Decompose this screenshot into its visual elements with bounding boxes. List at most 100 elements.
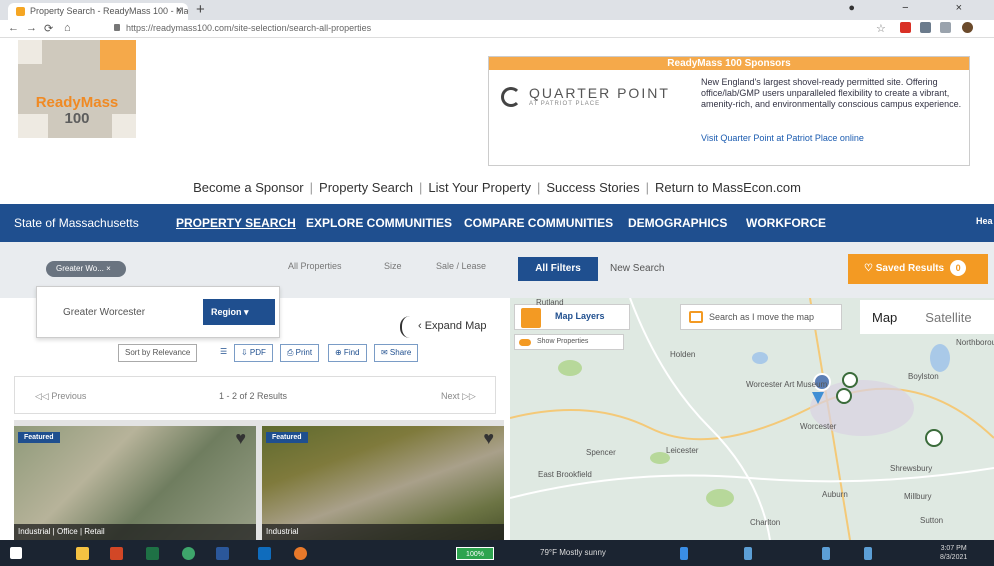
window-controls[interactable]: ● − ×: [848, 2, 984, 14]
link-list-property[interactable]: List Your Property: [428, 180, 531, 195]
map-view-button[interactable]: Map: [872, 310, 897, 325]
link-success-stories[interactable]: Success Stories: [546, 180, 639, 195]
profile-avatar[interactable]: [962, 22, 973, 33]
print-button[interactable]: ⎙ Print: [280, 344, 320, 362]
tray-icon[interactable]: [822, 547, 830, 560]
results-pagination: ◁◁ Previous 1 - 2 of 2 Results Next ▷▷: [14, 376, 496, 414]
nav-overflow[interactable]: Hea: [976, 216, 993, 226]
saved-count-badge: 0: [950, 260, 967, 276]
all-filters-button[interactable]: All Filters: [518, 257, 598, 281]
property-type: Industrial: [262, 524, 504, 540]
battery-indicator[interactable]: 100%: [456, 547, 494, 560]
link-become-sponsor[interactable]: Become a Sponsor: [193, 180, 304, 195]
expand-map-button[interactable]: ‹ Expand Map: [400, 316, 504, 338]
sponsor-banner[interactable]: ReadyMass 100 Sponsors QUARTER POINT AT …: [488, 56, 970, 166]
extensions-puzzle-icon[interactable]: [940, 22, 951, 33]
new-search-link[interactable]: New Search: [610, 263, 664, 274]
logo-number: 100: [64, 110, 90, 127]
map-label: Sutton: [920, 516, 944, 525]
nav-state[interactable]: State of Massachusetts: [14, 216, 139, 230]
start-icon[interactable]: [10, 547, 22, 559]
tab-title: Property Search - ReadyMass 100 - Ma...: [30, 6, 188, 16]
reload-icon[interactable]: ⟳: [44, 22, 53, 35]
nav-property-search[interactable]: PROPERTY SEARCH: [176, 216, 296, 230]
filter-size[interactable]: Size: [384, 261, 402, 271]
show-properties-label: Show Properties: [537, 338, 589, 345]
map-label: Leicester: [666, 446, 699, 455]
favorite-heart-icon[interactable]: ♥: [483, 428, 494, 449]
taskbar-clock[interactable]: 3:07 PM 8/3/2021: [940, 544, 967, 562]
home-icon[interactable]: ⌂: [64, 22, 71, 34]
map-label: East Brookfield: [538, 470, 592, 479]
back-icon[interactable]: ←: [8, 22, 19, 34]
browser-tab[interactable]: Property Search - ReadyMass 100 - Ma... …: [8, 3, 188, 20]
property-card[interactable]: Featured ♥ Industrial: [262, 426, 504, 540]
map-layers-button[interactable]: Map Layers: [514, 304, 630, 330]
extension-icon[interactable]: [920, 22, 931, 33]
property-map[interactable]: Map Layers Show Properties Search as I m…: [510, 298, 994, 540]
readymass-logo[interactable]: ReadyMass 100: [18, 40, 136, 138]
address-bar[interactable]: https://readymass100.com/site-selection/…: [114, 23, 371, 33]
sponsor-name: QUARTER POINT: [529, 85, 670, 101]
next-page-link[interactable]: Next ▷▷: [441, 391, 476, 402]
featured-badge: Featured: [18, 432, 60, 443]
share-button[interactable]: ✉ Share: [374, 344, 419, 362]
search-as-move-checkbox[interactable]: Search as I move the map: [680, 304, 842, 330]
tray-icon[interactable]: [864, 547, 872, 560]
list-view-icon[interactable]: ☰: [214, 344, 234, 362]
toggle-switch-icon: [519, 339, 531, 346]
sort-select[interactable]: Sort by Relevance: [118, 344, 198, 362]
favorite-heart-icon[interactable]: ♥: [235, 428, 246, 449]
app-icon[interactable]: [182, 547, 195, 560]
filter-sale-lease[interactable]: Sale / Lease: [436, 261, 486, 271]
tray-icon[interactable]: [744, 547, 752, 560]
saved-results-label: ♡ Saved Results: [864, 263, 945, 274]
extension-pdf-icon[interactable]: [900, 22, 911, 33]
pdf-button[interactable]: ⇩ PDF: [234, 344, 273, 362]
link-property-search[interactable]: Property Search: [319, 180, 413, 195]
nav-compare-communities[interactable]: COMPARE COMMUNITIES: [464, 216, 613, 230]
outlook-icon[interactable]: [258, 547, 271, 560]
region-filter-pill[interactable]: Greater Wo... ×: [46, 261, 126, 277]
browser-toolbar: ← → ⟳ ⌂ https://readymass100.com/site-se…: [0, 20, 994, 38]
filter-all-properties[interactable]: All Properties: [288, 261, 342, 271]
weather-widget[interactable]: 79°F Mostly sunny: [540, 548, 606, 557]
url-text: https://readymass100.com/site-selection/…: [126, 23, 372, 33]
chrome-icon[interactable]: [294, 547, 307, 560]
forward-icon[interactable]: →: [26, 22, 37, 34]
property-card[interactable]: Featured ♥ Industrial | Office | Retail: [14, 426, 256, 540]
link-massecon[interactable]: Return to MassEcon.com: [655, 180, 801, 195]
tray-icon[interactable]: [680, 547, 688, 560]
quarter-point-logo-icon: [501, 87, 521, 107]
nav-demographics[interactable]: DEMOGRAPHICS: [628, 216, 727, 230]
prev-page-link[interactable]: ◁◁ Previous: [35, 391, 86, 402]
word-icon[interactable]: [216, 547, 229, 560]
map-label: Rutland: [536, 298, 564, 307]
show-properties-toggle[interactable]: Show Properties: [514, 334, 624, 350]
excel-icon[interactable]: [146, 547, 159, 560]
main-nav: State of Massachusetts PROPERTY SEARCH E…: [0, 204, 994, 242]
map-label: Charlton: [750, 518, 781, 527]
featured-badge: Featured: [266, 432, 308, 443]
browser-tab-bar: Property Search - ReadyMass 100 - Ma... …: [0, 0, 994, 20]
file-explorer-icon[interactable]: [76, 547, 89, 560]
find-button[interactable]: ⊕ Find: [328, 344, 367, 362]
layers-icon: [521, 308, 541, 328]
sponsor-subtitle: AT PATRIOT PLACE: [529, 101, 601, 107]
saved-results-button[interactable]: ♡ Saved Results 0: [848, 254, 988, 284]
map-label: Worcester: [800, 422, 837, 431]
results-count: 1 - 2 of 2 Results: [219, 391, 288, 401]
clock-date: 8/3/2021: [940, 554, 968, 561]
powerpoint-icon[interactable]: [110, 547, 123, 560]
tab-close-icon[interactable]: ×: [176, 5, 182, 16]
nav-explore-communities[interactable]: EXPLORE COMMUNITIES: [306, 216, 452, 230]
sponsor-link[interactable]: Visit Quarter Point at Patriot Place onl…: [701, 133, 864, 143]
satellite-view-button[interactable]: Satellite: [925, 310, 971, 325]
windows-taskbar: 100% 79°F Mostly sunny 3:07 PM 8/3/2021: [0, 540, 994, 566]
new-tab-button[interactable]: +: [196, 1, 205, 18]
nav-workforce[interactable]: WORKFORCE: [746, 216, 826, 230]
region-value[interactable]: Greater Worcester: [63, 307, 145, 318]
logo-text: ReadyMass: [35, 94, 119, 111]
bookmark-star-icon[interactable]: ☆: [876, 22, 886, 35]
region-select-button[interactable]: Region ▾: [203, 299, 275, 325]
